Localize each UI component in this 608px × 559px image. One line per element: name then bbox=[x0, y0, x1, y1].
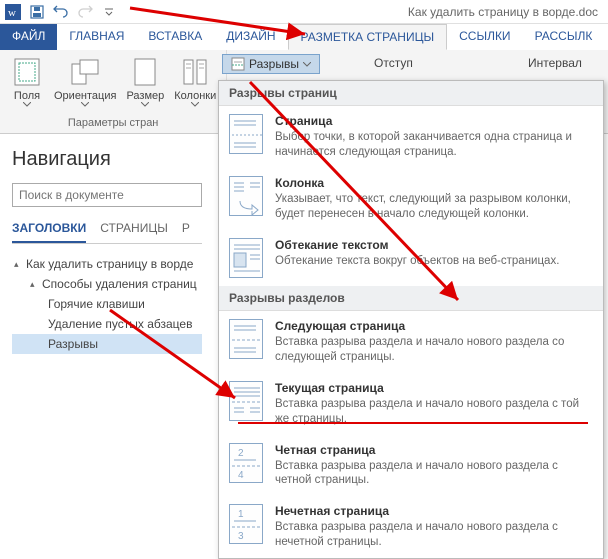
columns-button[interactable]: Колонки bbox=[170, 54, 220, 115]
svg-text:2: 2 bbox=[238, 448, 244, 459]
chevron-down-icon bbox=[303, 62, 311, 67]
textwrap-break-icon bbox=[229, 238, 263, 278]
ribbon-tabs: ФАЙЛ ГЛАВНАЯ ВСТАВКА ДИЗАЙН РАЗМЕТКА СТР… bbox=[0, 24, 608, 50]
chevron-down-icon bbox=[23, 102, 31, 107]
ribbon-group-label: Параметры стран bbox=[6, 117, 220, 129]
break-odd-page[interactable]: 13 Нечетная страницаВставка разрыва разд… bbox=[219, 496, 603, 558]
navigation-title: Навигация bbox=[12, 148, 202, 171]
tree-item[interactable]: Удаление пустых абзацев bbox=[12, 314, 202, 334]
indent-label: Отступ bbox=[374, 56, 413, 70]
column-break-icon bbox=[229, 176, 263, 216]
undo-icon[interactable] bbox=[52, 3, 70, 21]
tab-insert[interactable]: ВСТАВКА bbox=[136, 24, 214, 50]
word-app-icon[interactable]: w bbox=[4, 3, 22, 21]
breaks-dropdown: Разрывы страниц СтраницаВыбор точки, в к… bbox=[218, 80, 604, 559]
nav-tab-headings[interactable]: ЗАГОЛОВКИ bbox=[12, 221, 86, 243]
tree-item[interactable]: ▴Способы удаления страниц bbox=[12, 274, 202, 294]
navigation-pane: Навигация ЗАГОЛОВКИ СТРАНИЦЫ Р ▴Как удал… bbox=[0, 134, 212, 354]
tab-references[interactable]: ССЫЛКИ bbox=[447, 24, 522, 50]
tab-design[interactable]: ДИЗАЙН bbox=[214, 24, 287, 50]
nextpage-break-icon bbox=[229, 319, 263, 359]
chevron-down-icon bbox=[141, 102, 149, 107]
dropdown-section-header: Разрывы страниц bbox=[219, 81, 603, 106]
margins-icon bbox=[11, 56, 43, 88]
title-bar: w Как удалить страницу в ворде.doc bbox=[0, 0, 608, 24]
size-button[interactable]: Размер bbox=[122, 54, 168, 115]
tab-mailings[interactable]: РАССЫЛК bbox=[523, 24, 605, 50]
orientation-button[interactable]: Ориентация bbox=[50, 54, 120, 115]
svg-text:4: 4 bbox=[238, 470, 244, 481]
size-icon bbox=[129, 56, 161, 88]
margins-button[interactable]: Поля bbox=[6, 54, 48, 115]
tree-item[interactable]: ▴Как удалить страницу в ворде bbox=[12, 254, 202, 274]
tree-item[interactable]: Горячие клавиши bbox=[12, 294, 202, 314]
svg-text:3: 3 bbox=[238, 531, 244, 542]
nav-tab-pages[interactable]: СТРАНИЦЫ bbox=[100, 221, 168, 243]
nav-tabs: ЗАГОЛОВКИ СТРАНИЦЫ Р bbox=[12, 221, 202, 244]
columns-icon bbox=[179, 56, 211, 88]
break-textwrapping[interactable]: Обтекание текстомОбтекание текста вокруг… bbox=[219, 230, 603, 286]
tree-item-selected[interactable]: Разрывы bbox=[12, 334, 202, 354]
continuous-break-icon bbox=[229, 381, 263, 421]
caret-icon: ▴ bbox=[30, 279, 40, 290]
break-continuous[interactable]: Текущая страницаВставка разрыва раздела … bbox=[219, 373, 603, 435]
break-column[interactable]: КолонкаУказывает, что текст, следующий з… bbox=[219, 168, 603, 230]
qat-customize-icon[interactable] bbox=[100, 3, 118, 21]
ribbon-group-page-setup: Поля Ориентация Размер Колонки Параметры… bbox=[0, 50, 227, 133]
evenpage-break-icon: 24 bbox=[229, 443, 263, 483]
dropdown-section-header: Разрывы разделов bbox=[219, 286, 603, 311]
chevron-down-icon bbox=[191, 102, 199, 107]
tab-page-layout[interactable]: РАЗМЕТКА СТРАНИЦЫ bbox=[288, 24, 448, 50]
quick-access-toolbar: w bbox=[4, 3, 118, 21]
breaks-icon bbox=[231, 57, 245, 71]
breaks-button[interactable]: Разрывы bbox=[222, 54, 320, 74]
svg-text:1: 1 bbox=[238, 509, 244, 520]
headings-tree: ▴Как удалить страницу в ворде ▴Способы у… bbox=[12, 254, 202, 354]
oddpage-break-icon: 13 bbox=[229, 504, 263, 544]
orientation-icon bbox=[69, 56, 101, 88]
document-title: Как удалить страницу в ворде.doc bbox=[408, 5, 598, 19]
chevron-down-icon bbox=[81, 102, 89, 107]
save-icon[interactable] bbox=[28, 3, 46, 21]
tab-home[interactable]: ГЛАВНАЯ bbox=[57, 24, 136, 50]
nav-tab-results[interactable]: Р bbox=[182, 221, 190, 243]
break-page[interactable]: СтраницаВыбор точки, в которой заканчива… bbox=[219, 106, 603, 168]
interval-label: Интервал bbox=[528, 56, 582, 70]
redo-icon[interactable] bbox=[76, 3, 94, 21]
break-next-page[interactable]: Следующая страницаВставка разрыва раздел… bbox=[219, 311, 603, 373]
tab-file[interactable]: ФАЙЛ bbox=[0, 24, 57, 50]
page-break-icon bbox=[229, 114, 263, 154]
caret-icon: ▴ bbox=[14, 259, 24, 270]
break-even-page[interactable]: 24 Четная страницаВставка разрыва раздел… bbox=[219, 435, 603, 497]
search-input[interactable] bbox=[12, 183, 202, 207]
svg-text:w: w bbox=[8, 7, 16, 19]
